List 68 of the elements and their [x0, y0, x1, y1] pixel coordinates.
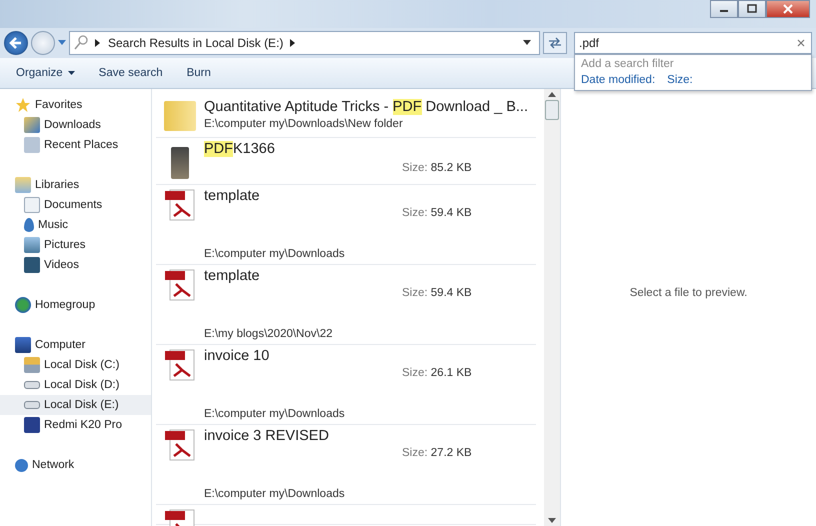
clear-icon[interactable] [797, 39, 805, 47]
address-bar[interactable]: Search Results in Local Disk (E:) [69, 31, 540, 55]
caret-icon[interactable] [523, 40, 531, 46]
nav-item[interactable]: Favorites [0, 95, 151, 115]
pdf-icon [164, 348, 196, 382]
nav-item[interactable]: Music [0, 215, 151, 235]
file-path: E:\my blogs\2020\Nov\22 [204, 328, 334, 340]
nav-item[interactable]: Network [0, 455, 151, 475]
nav-item[interactable]: Documents [0, 195, 151, 215]
star-icon [15, 97, 31, 113]
scroll-up-icon[interactable] [548, 92, 556, 97]
nav-item[interactable]: Local Disk (E:) [0, 395, 151, 415]
maximize-button[interactable] [738, 0, 766, 18]
filter-link[interactable]: Date modified: [581, 74, 656, 86]
chevron-icon [95, 39, 101, 47]
pdf-icon [164, 268, 196, 302]
search-field[interactable]: .pdf [574, 32, 812, 54]
pdf-icon [164, 188, 196, 222]
caret-icon [68, 70, 75, 76]
close-button[interactable] [766, 0, 810, 18]
nav-item[interactable]: Local Disk (D:) [0, 375, 151, 395]
toolbar-button[interactable]: Organize [6, 64, 85, 82]
file-path: E:\computer my\Downloads [204, 408, 346, 420]
chevron-icon [290, 39, 296, 47]
file-path: E:\computer my\Downloads [204, 488, 346, 500]
filter-hint: Add a search filter [581, 58, 675, 70]
refresh-arrows-icon [548, 37, 562, 49]
file-name[interactable]: template [204, 188, 536, 204]
nav-item[interactable]: Local Disk (C:) [0, 355, 151, 375]
file-path: E:\computer my\Downloads [204, 248, 346, 260]
scroll-thumb[interactable] [545, 100, 559, 120]
nav-item[interactable]: Downloads [0, 115, 151, 135]
file-name[interactable]: PDFK1366 [204, 141, 536, 157]
toolbar-button[interactable]: Burn [176, 64, 221, 82]
nav-item[interactable]: Pictures [0, 235, 151, 255]
refresh-button[interactable] [543, 32, 567, 54]
image-thumbnail [171, 147, 189, 179]
back-button[interactable] [4, 31, 28, 55]
file-name[interactable]: Quantitative Aptitude Tricks - PDF Download _ B... [204, 99, 536, 115]
filter-link[interactable]: Size: [667, 74, 693, 86]
scroll-down-icon[interactable] [548, 518, 556, 523]
file-name[interactable]: invoice 10 [204, 348, 536, 364]
scrollbar[interactable] [544, 89, 560, 526]
maximize-icon [746, 4, 758, 14]
breadcrumb[interactable]: Search Results in Local Disk (E:) [108, 36, 284, 50]
toolbar-button[interactable]: Save search [88, 64, 173, 82]
pdf-icon [164, 428, 196, 462]
file-path: E:\computer my\Downloads\New folder [204, 118, 404, 130]
music-note-icon [24, 218, 34, 232]
file-size: Size: 59.4 KB [402, 207, 472, 219]
nav-item[interactable]: Recent Places [0, 135, 151, 155]
nav-item[interactable]: Homegroup [0, 295, 151, 315]
file-size: Size: 26.1 KB [402, 367, 472, 379]
preview-message: Select a file to preview. [630, 286, 748, 298]
nav-item[interactable]: Computer [0, 335, 151, 355]
nav-item[interactable]: Videos [0, 255, 151, 275]
file-size: Size: 85.2 KB [402, 162, 472, 174]
nav-item[interactable]: Libraries [0, 175, 151, 195]
back-arrow-icon [9, 36, 23, 50]
file-size: Size: 59.4 KB [402, 287, 472, 299]
search-icon [74, 35, 88, 51]
file-name[interactable]: template [204, 268, 536, 284]
nav-item[interactable]: Redmi K20 Pro [0, 415, 151, 435]
close-icon [782, 4, 794, 14]
file-name[interactable]: invoice 3 REVISED [204, 428, 536, 444]
file-size: Size: 27.2 KB [402, 447, 472, 459]
minimize-button[interactable] [710, 0, 738, 18]
document-icon [24, 197, 40, 213]
